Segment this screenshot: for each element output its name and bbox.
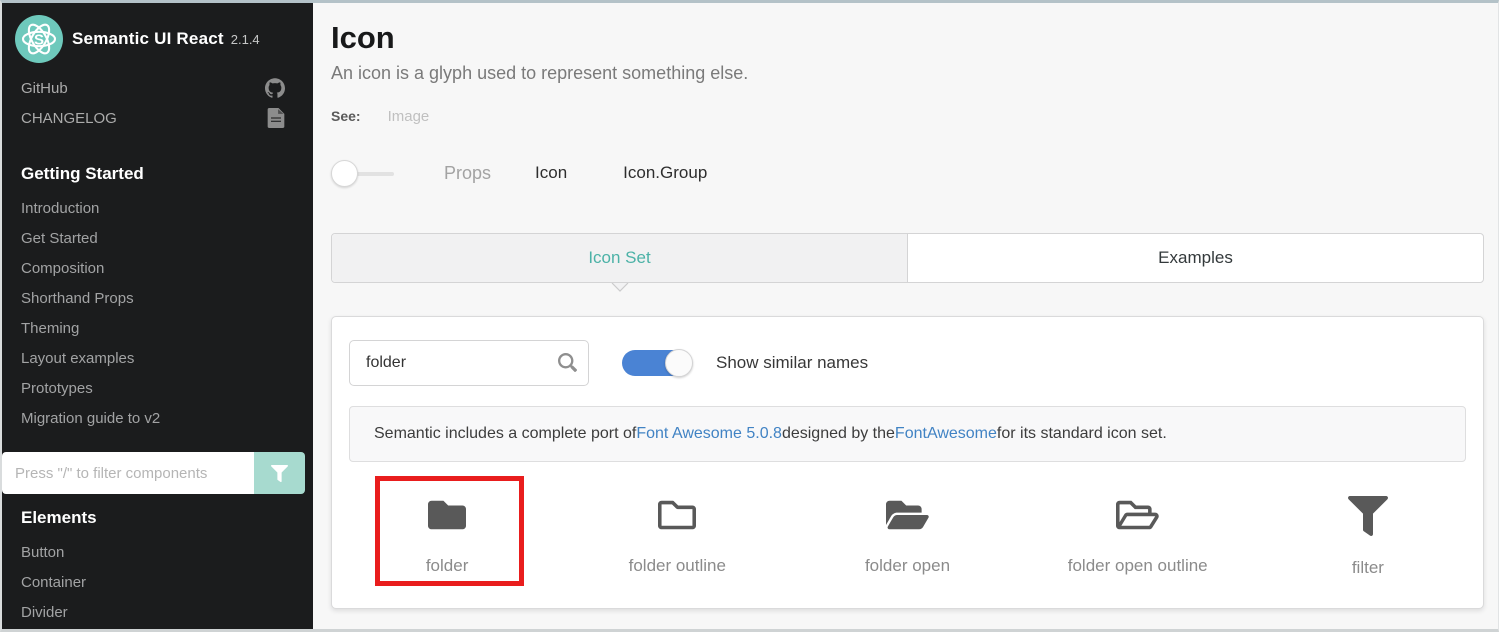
section-heading: Getting Started: [2, 164, 313, 184]
sidebar-section-elements: Elements Button Container Divider: [2, 508, 313, 628]
folder-open-outline-icon: [1116, 496, 1159, 534]
icon-cell-folder-open[interactable]: folder open: [792, 477, 1022, 578]
tab-examples-label: Examples: [1158, 248, 1233, 268]
font-awesome-message: Semantic includes a complete port of Fon…: [349, 406, 1466, 462]
github-link-label: GitHub: [21, 80, 68, 97]
props-label: Props: [444, 163, 491, 184]
icon-label: filter: [1253, 558, 1483, 578]
sidebar-item-prototypes[interactable]: Prototypes: [2, 374, 313, 404]
icon-cell-folder-outline[interactable]: folder outline: [562, 477, 792, 578]
tab-menu: Icon Set Examples: [331, 233, 1484, 283]
show-similar-names-label: Show similar names: [716, 353, 868, 373]
svg-text:S: S: [34, 32, 44, 49]
github-icon: [265, 78, 285, 98]
funnel-icon: [271, 465, 288, 482]
sidebar-item-container[interactable]: Container: [2, 568, 313, 598]
icon-label: folder: [332, 556, 562, 576]
toggle-knob[interactable]: [665, 349, 693, 377]
changelog-link-label: CHANGELOG: [21, 110, 117, 127]
semantic-ui-logo-icon: S: [15, 15, 63, 63]
app-title: Semantic UI React: [72, 29, 224, 49]
app-logo-row[interactable]: S Semantic UI React 2.1.4: [2, 3, 313, 73]
message-text: for its standard icon set.: [997, 425, 1167, 443]
props-toggle-slider[interactable]: [331, 160, 394, 187]
see-label: See:: [331, 108, 361, 124]
sidebar-item-get-started[interactable]: Get Started: [2, 224, 313, 254]
font-awesome-version-link[interactable]: Font Awesome 5.0.8: [636, 425, 782, 443]
sidebar-item-composition[interactable]: Composition: [2, 254, 313, 284]
search-icon: [558, 353, 577, 372]
sidebar-link-github[interactable]: GitHub: [2, 73, 313, 103]
slider-knob[interactable]: [331, 160, 358, 187]
folder-open-icon: [886, 496, 929, 534]
props-icon-button[interactable]: Icon: [535, 163, 567, 183]
icon-label: folder outline: [562, 556, 792, 576]
icon-set-panel: Show similar names Semantic includes a c…: [331, 316, 1484, 609]
sidebar-item-shorthand-props[interactable]: Shorthand Props: [2, 284, 313, 314]
icon-cell-filter[interactable]: filter: [1253, 477, 1483, 578]
sidebar-item-theming[interactable]: Theming: [2, 314, 313, 344]
sidebar-item-introduction[interactable]: Introduction: [2, 194, 313, 224]
sidebar: S Semantic UI React 2.1.4 GitHub CHANGEL…: [2, 3, 313, 629]
message-text: designed by the: [782, 425, 895, 443]
icon-search: [349, 340, 589, 386]
icon-label: folder open outline: [1023, 556, 1253, 576]
folder-icon: [428, 496, 466, 534]
sidebar-item-migration-guide[interactable]: Migration guide to v2: [2, 404, 313, 434]
filter-icon: [1348, 496, 1388, 536]
active-tab-caret-icon: [611, 283, 629, 292]
message-text: Semantic includes a complete port of: [374, 425, 636, 443]
font-awesome-link[interactable]: FontAwesome: [895, 425, 997, 443]
see-also-row: See: Image: [331, 108, 1498, 125]
icon-label: folder open: [792, 556, 1022, 576]
sidebar-item-divider[interactable]: Divider: [2, 598, 313, 628]
page-title: Icon: [331, 19, 1498, 57]
component-filter: [2, 452, 305, 494]
app-version: 2.1.4: [231, 32, 260, 47]
filter-components-input[interactable]: [2, 452, 254, 494]
sidebar-item-layout-examples[interactable]: Layout examples: [2, 344, 313, 374]
icon-search-controls: Show similar names: [349, 340, 1483, 386]
tab-icon-set[interactable]: Icon Set: [332, 234, 908, 282]
folder-outline-icon: [658, 496, 696, 534]
page-subtitle: An icon is a glyph used to represent som…: [331, 63, 1498, 84]
sidebar-section-getting-started: Getting Started Introduction Get Started…: [2, 164, 313, 434]
main-content: Icon An icon is a glyph used to represen…: [313, 3, 1498, 629]
props-bar: Props Icon Icon.Group: [331, 159, 1498, 187]
changelog-file-icon: [267, 108, 285, 128]
show-similar-names-toggle[interactable]: [622, 350, 692, 376]
page: S Semantic UI React 2.1.4 GitHub CHANGEL…: [0, 0, 1499, 632]
sidebar-item-button[interactable]: Button: [2, 538, 313, 568]
props-icon-group-button[interactable]: Icon.Group: [623, 163, 707, 183]
icon-search-input[interactable]: [349, 340, 589, 386]
section-heading: Elements: [2, 508, 313, 528]
sidebar-link-changelog[interactable]: CHANGELOG: [2, 103, 313, 133]
filter-components-button[interactable]: [254, 452, 305, 494]
tab-icon-set-label: Icon Set: [588, 248, 650, 268]
icon-cell-folder-open-outline[interactable]: folder open outline: [1023, 477, 1253, 578]
icon-grid: folder folder outline folder open: [332, 477, 1483, 578]
tab-examples[interactable]: Examples: [908, 234, 1483, 282]
see-link-image[interactable]: Image: [388, 108, 430, 125]
icon-cell-folder[interactable]: folder: [332, 477, 562, 578]
